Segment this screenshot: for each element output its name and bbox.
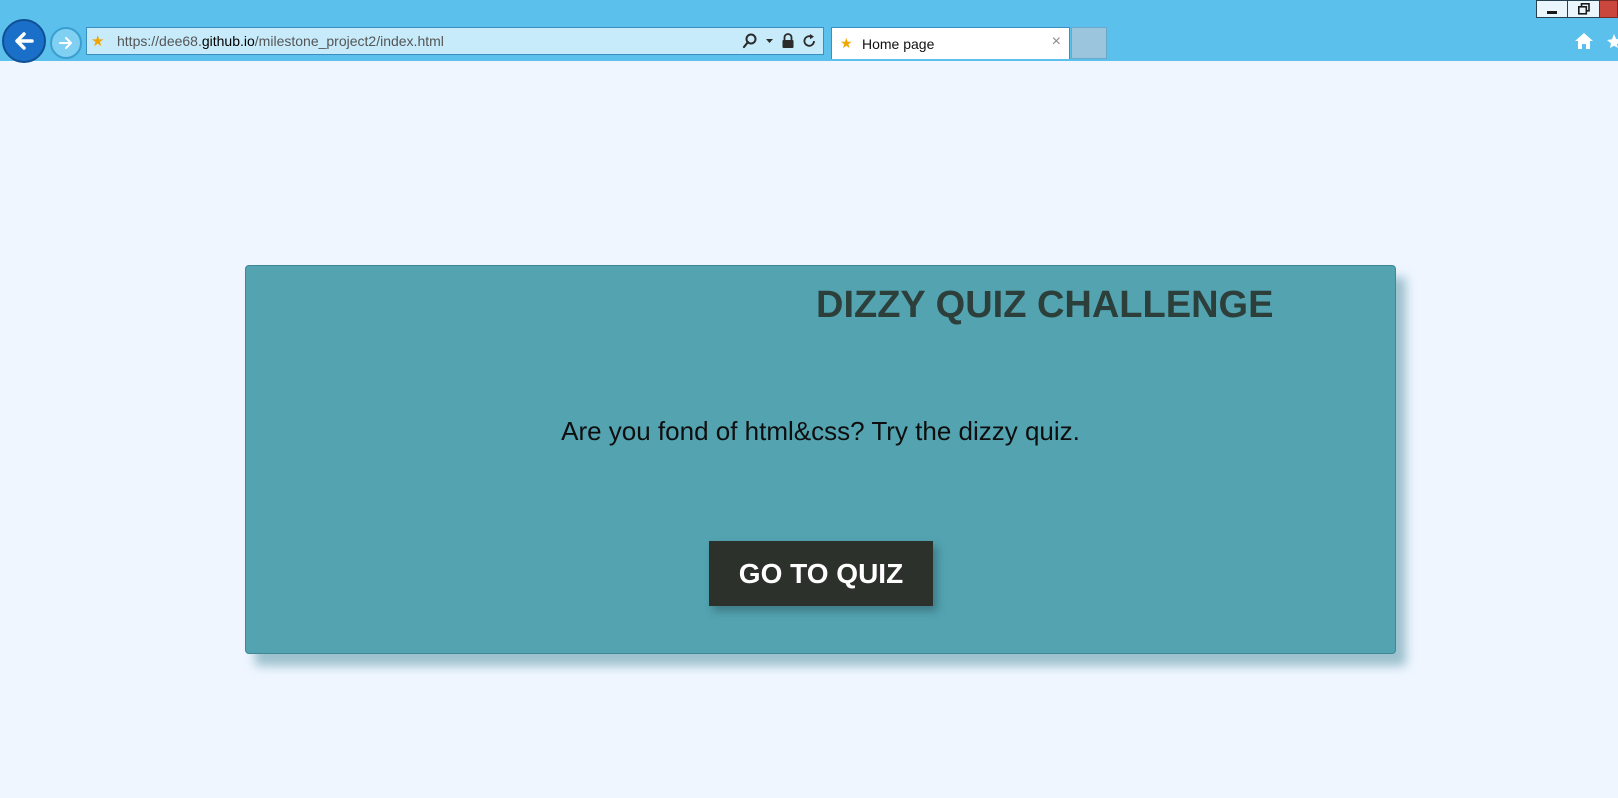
url-path: /milestone_project2/index.html bbox=[254, 33, 444, 49]
address-bar[interactable]: ★ https://dee68.github.io/milestone_proj… bbox=[86, 27, 824, 55]
go-to-quiz-button[interactable]: GO TO QUIZ bbox=[709, 541, 933, 606]
forward-arrow-icon bbox=[59, 37, 72, 49]
intro-text: Are you fond of html&css? Try the dizzy … bbox=[561, 416, 1080, 446]
star-favicon-icon: ★ bbox=[840, 35, 853, 51]
minimize-icon bbox=[1547, 11, 1557, 14]
tab-home-page[interactable]: ★ Home page × bbox=[831, 27, 1070, 59]
quiz-intro-card: DIZZY QUIZ CHALLENGE Are you fond of htm… bbox=[245, 265, 1396, 654]
new-tab-button[interactable] bbox=[1071, 27, 1107, 59]
url-host: github.io bbox=[201, 33, 255, 49]
chevron-down-icon[interactable] bbox=[765, 33, 774, 49]
restore-icon bbox=[1577, 3, 1590, 15]
window-controls bbox=[1536, 0, 1618, 18]
close-icon[interactable]: × bbox=[1052, 33, 1061, 51]
search-icon[interactable] bbox=[742, 33, 758, 49]
lock-icon[interactable] bbox=[781, 33, 795, 49]
address-bar-actions bbox=[742, 28, 817, 54]
tab-title: Home page bbox=[862, 35, 935, 52]
refresh-icon[interactable] bbox=[802, 33, 817, 49]
close-window-button[interactable] bbox=[1600, 0, 1618, 18]
url-scheme: https:// bbox=[117, 33, 160, 49]
home-icon[interactable] bbox=[1574, 32, 1594, 50]
forward-button[interactable] bbox=[50, 27, 82, 59]
back-arrow-icon bbox=[15, 32, 34, 50]
star-favicon-icon: ★ bbox=[91, 32, 105, 50]
restore-button[interactable] bbox=[1568, 0, 1600, 18]
browser-toolbar bbox=[1574, 32, 1618, 50]
page-title: DIZZY QUIZ CHALLENGE bbox=[816, 284, 1274, 326]
url-host-prefix: dee68. bbox=[159, 33, 202, 49]
minimize-button[interactable] bbox=[1536, 0, 1568, 18]
address-url[interactable]: https://dee68.github.io/milestone_projec… bbox=[117, 33, 444, 49]
star-icon[interactable] bbox=[1604, 32, 1618, 50]
browser-chrome: ★ https://dee68.github.io/milestone_proj… bbox=[0, 0, 1618, 63]
back-button[interactable] bbox=[2, 19, 46, 63]
